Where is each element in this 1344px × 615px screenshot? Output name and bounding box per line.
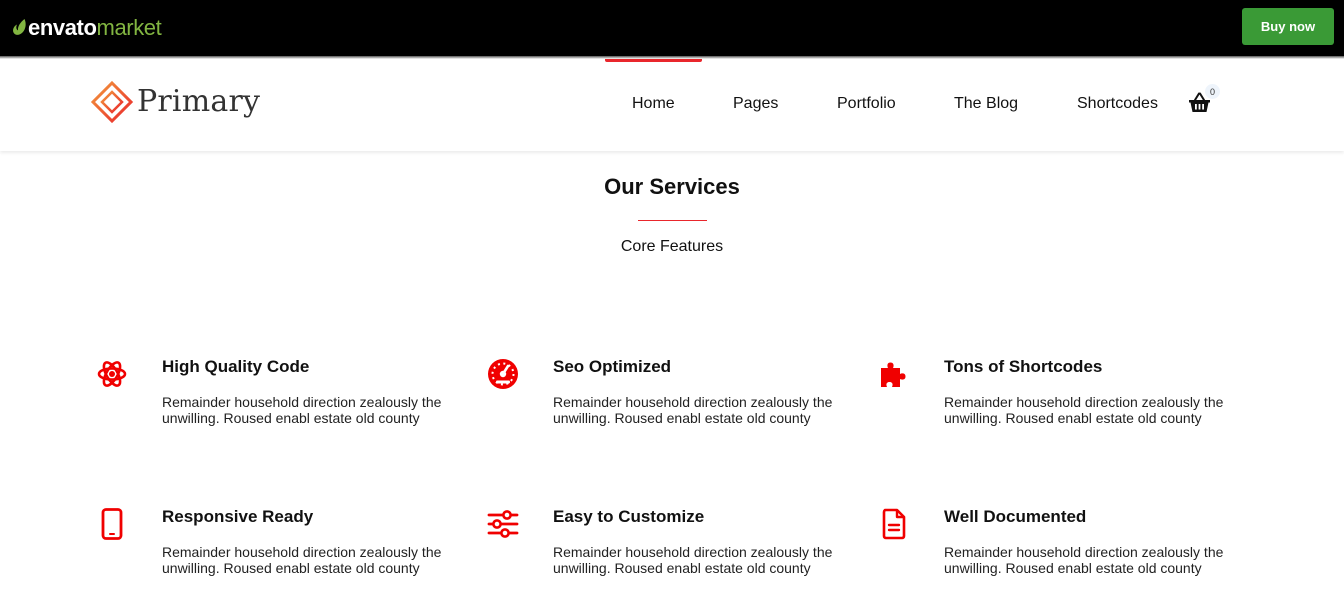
active-nav-indicator [605,59,702,62]
envato-leaf-icon [13,19,26,35]
envato-word: envato [28,15,97,40]
envato-market-bar: envatomarket Buy now [0,0,1344,59]
envato-wordmark: envatomarket [28,14,162,42]
feature-description: Remainder household direction zealously … [162,544,442,576]
feature-item: Tons of Shortcodes Remainder household d… [877,357,1223,447]
nav-shortcodes[interactable]: Shortcodes [1077,94,1158,114]
feature-title: Tons of Shortcodes [944,357,1103,376]
speedometer-icon [486,357,520,391]
feature-item: Well Documented Remainder household dire… [877,507,1223,597]
nav-portfolio[interactable]: Portfolio [837,94,896,114]
diamond-logo-icon [91,81,133,123]
feature-title: Easy to Customize [553,507,705,526]
envato-market-logo[interactable]: envatomarket [12,14,162,42]
feature-description: Remainder household direction zealously … [553,544,833,576]
buy-now-button[interactable]: Buy now [1242,8,1334,45]
feature-title: Seo Optimized [553,357,672,376]
cart-count-badge: 0 [1205,84,1220,99]
feature-item: Easy to Customize Remainder household di… [486,507,832,597]
brand-name: Primary [137,84,261,119]
feature-description: Remainder household direction zealously … [162,394,442,426]
nav-home[interactable]: Home [632,94,675,114]
mobile-phone-icon [95,507,129,541]
section-divider [638,220,707,221]
feature-title: High Quality Code [162,357,310,376]
section-subtitle: Core Features [620,238,724,255]
puzzle-icon [877,357,911,391]
feature-title: Well Documented [944,507,1087,526]
section-title: Our Services [604,174,740,199]
nav-the-blog[interactable]: The Blog [954,94,1018,114]
feature-description: Remainder household direction zealously … [944,544,1224,576]
feature-item: High Quality Code Remainder household di… [95,357,441,447]
document-icon [877,507,911,541]
nav-pages[interactable]: Pages [733,94,778,114]
feature-item: Seo Optimized Remainder household direct… [486,357,832,447]
site-header: Primary Home Pages Portfolio The Blog Sh… [0,59,1344,151]
feature-item: Responsive Ready Remainder household dir… [95,507,441,597]
feature-description: Remainder household direction zealously … [553,394,833,426]
market-word: market [96,15,162,40]
atom-icon [95,357,129,391]
sliders-icon [486,507,520,541]
site-logo[interactable]: Primary [91,81,260,123]
feature-title: Responsive Ready [162,507,314,526]
feature-description: Remainder household direction zealously … [944,394,1224,426]
